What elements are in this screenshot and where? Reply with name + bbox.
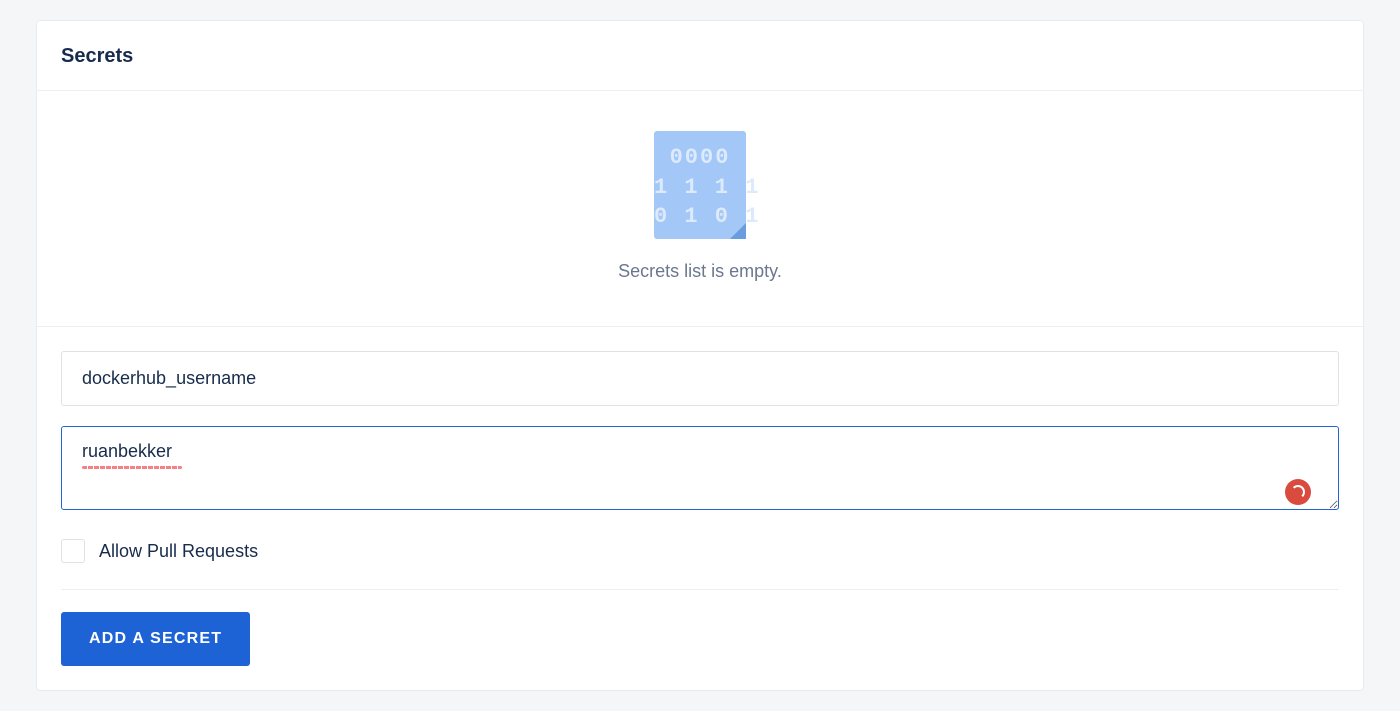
spinner-arc-icon (1291, 485, 1305, 499)
binary-file-icon-text: 0000 1 1 1 1 0 1 0 1 (654, 131, 746, 232)
add-secret-form: ruanbekker Allow Pull Requests ADD A SEC… (37, 326, 1363, 690)
secret-name-input[interactable] (61, 351, 1339, 406)
panel-header: Secrets (37, 21, 1363, 91)
secret-value-input[interactable]: ruanbekker (61, 426, 1339, 510)
allow-pr-checkbox[interactable] (61, 539, 85, 563)
add-secret-button[interactable]: ADD A SECRET (61, 612, 250, 666)
empty-state-message: Secrets list is empty. (61, 261, 1339, 282)
secrets-panel: Secrets 0000 1 1 1 1 0 1 0 1 Secrets lis… (36, 20, 1364, 691)
allow-pr-row: Allow Pull Requests (61, 539, 1339, 590)
loading-spinner-icon (1285, 479, 1311, 505)
secret-value-wrap: ruanbekker (61, 426, 1339, 515)
panel-title: Secrets (61, 45, 1339, 68)
binary-file-icon: 0000 1 1 1 1 0 1 0 1 (654, 131, 746, 239)
allow-pr-label: Allow Pull Requests (99, 541, 258, 562)
page-fold-icon (730, 223, 746, 239)
empty-state: 0000 1 1 1 1 0 1 0 1 Secrets list is emp… (37, 91, 1363, 326)
